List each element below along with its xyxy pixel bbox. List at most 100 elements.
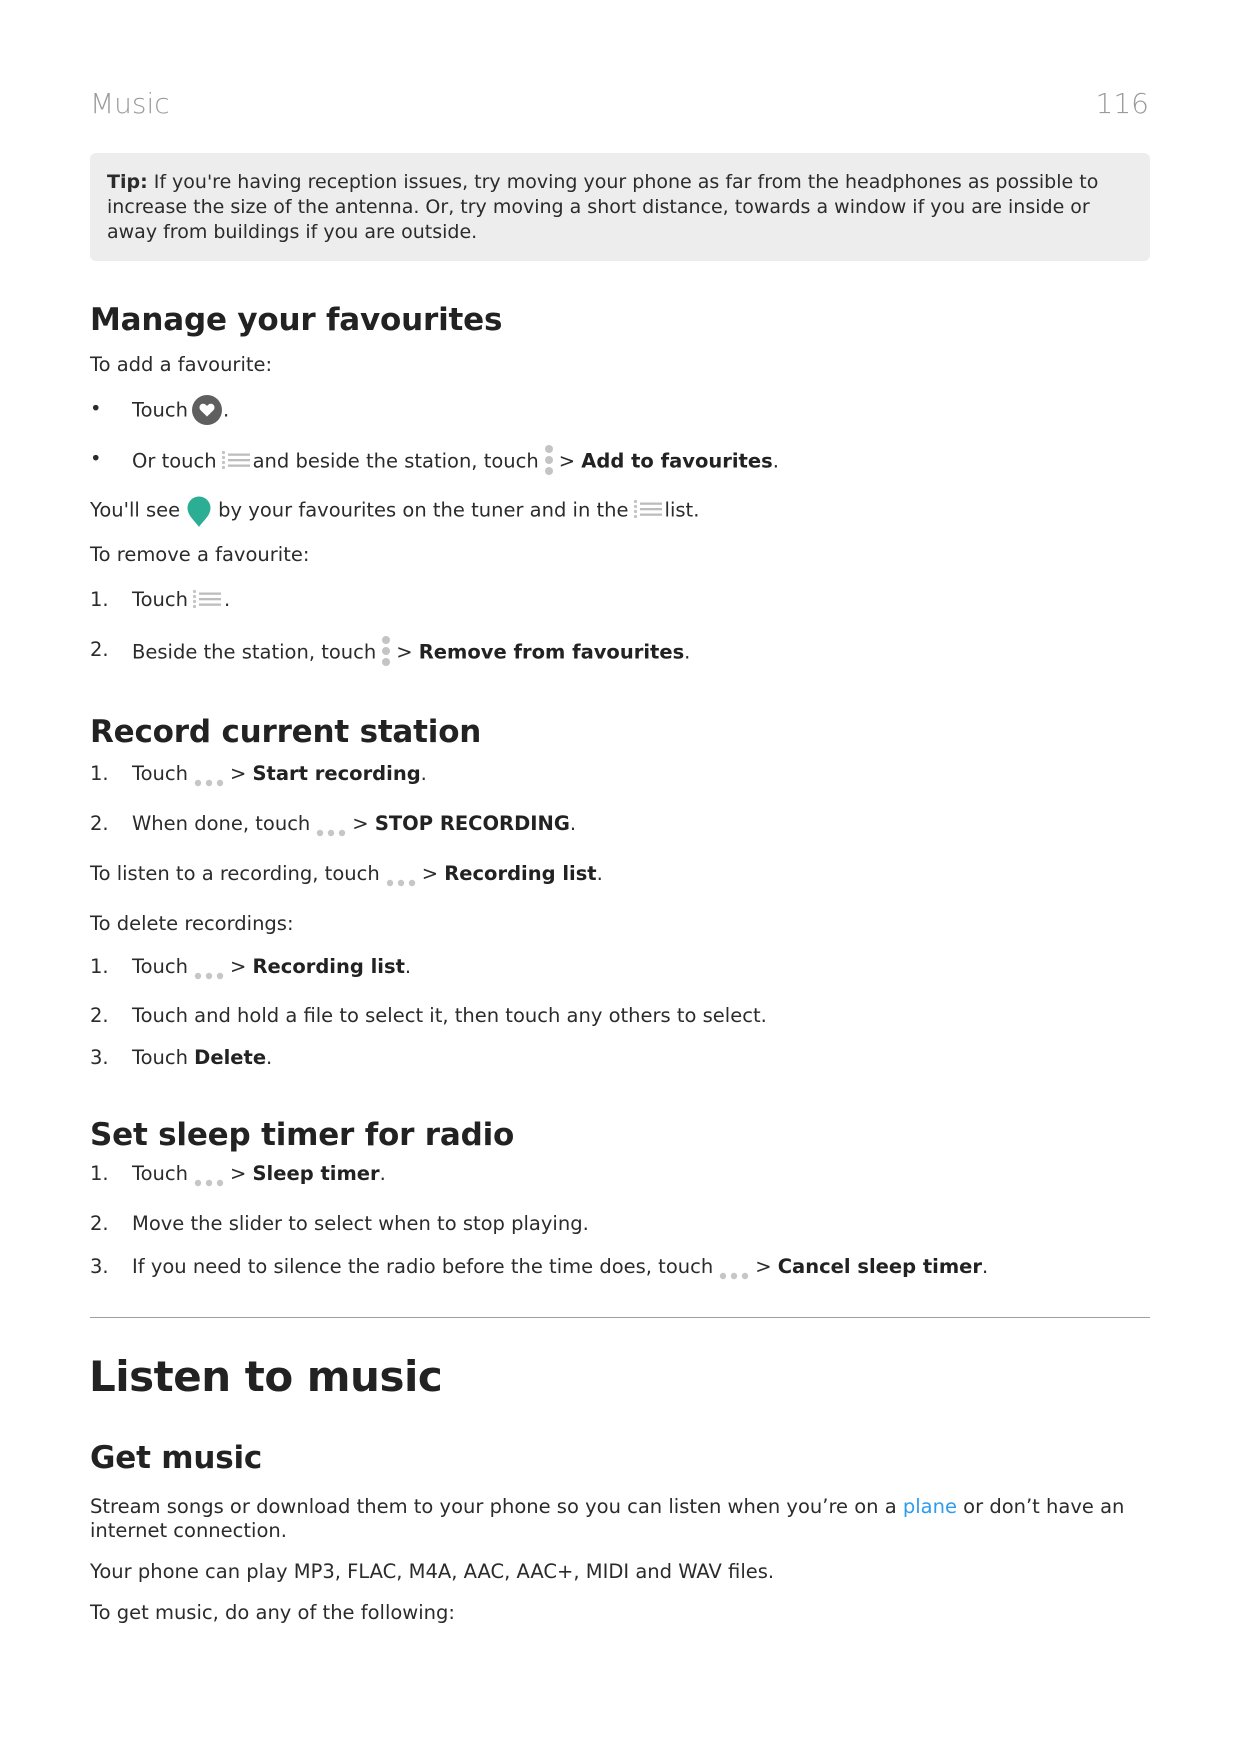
add-favourite-intro: To add a favourite: xyxy=(90,353,273,376)
step-text: . xyxy=(222,398,230,422)
step-number: 1. xyxy=(90,955,109,978)
heading-manage-favourites: Manage your favourites xyxy=(90,302,503,338)
paragraph-text: or don’t have an xyxy=(956,1495,1125,1518)
heading-get-music: Get music xyxy=(90,1440,263,1476)
step-text: When done, touch xyxy=(132,812,311,835)
menu-option-recording-list: Recording list xyxy=(444,862,597,885)
more-horizontal-icon xyxy=(314,819,350,829)
step-number: 2. xyxy=(90,1212,109,1235)
step-number: 1. xyxy=(90,588,109,611)
stream-paragraph-line1: Stream songs or download them to your ph… xyxy=(90,1494,1124,1520)
chapter-title: Listen to music xyxy=(89,1352,443,1401)
note-text: To listen to a recording, touch xyxy=(90,862,380,885)
step-text: . xyxy=(379,1162,386,1185)
menu-option-recording-list: Recording list xyxy=(252,955,405,978)
step-number: 3. xyxy=(90,1255,109,1278)
step-text: Or touch xyxy=(132,449,217,473)
button-delete: Delete xyxy=(194,1046,267,1069)
note-text: You'll see xyxy=(90,498,181,522)
more-horizontal-icon xyxy=(384,869,420,879)
list-item: Touch. xyxy=(132,395,230,426)
step-text: Touch xyxy=(132,955,188,978)
step-text: . xyxy=(223,588,231,611)
step-text: Touch xyxy=(132,1046,195,1069)
list-icon xyxy=(192,589,222,609)
favourite-marker-note: You'll see by your favourites on the tune… xyxy=(90,495,699,527)
section-title: Music xyxy=(90,87,170,120)
note-text: by your favourites on the tuner and in t… xyxy=(218,498,629,522)
separator: > xyxy=(558,449,576,473)
menu-option-add-to-favourites: Add to favourites xyxy=(581,449,773,473)
heart-circle-icon xyxy=(191,395,222,425)
step-text: . xyxy=(404,955,412,978)
step-number: 1. xyxy=(90,762,109,785)
step-text: Beside the station, touch xyxy=(132,640,377,664)
step-number: 3. xyxy=(90,1046,109,1069)
step-text: Touch xyxy=(132,398,188,422)
plane-mode-link[interactable]: plane xyxy=(903,1495,957,1518)
step-number: 1. xyxy=(90,1162,109,1185)
more-vertical-icon xyxy=(380,635,392,667)
list-icon xyxy=(633,499,663,519)
list-item: Move the slider to select when to stop p… xyxy=(132,1212,589,1235)
step-number: 2. xyxy=(90,638,109,661)
step-text: Touch xyxy=(132,588,188,611)
step-text: Touch xyxy=(132,762,188,785)
list-item: Beside the station, touch > Remove from f… xyxy=(132,637,690,669)
more-horizontal-icon xyxy=(717,1262,753,1272)
remove-favourite-intro: To remove a favourite: xyxy=(90,543,310,566)
separator: > xyxy=(352,812,369,835)
note-text: list. xyxy=(664,498,700,522)
list-icon xyxy=(221,450,251,470)
list-item: When done, touch > STOP RECORDING. xyxy=(132,811,576,837)
step-text: . xyxy=(420,762,427,785)
step-number: 2. xyxy=(90,812,109,835)
more-horizontal-icon xyxy=(192,962,228,972)
step-text: and beside the station, touch xyxy=(252,449,539,473)
more-horizontal-icon xyxy=(192,1169,228,1179)
list-item: Touch. xyxy=(132,587,230,613)
location-pin-icon xyxy=(186,496,212,528)
menu-option-sleep-timer: Sleep timer xyxy=(252,1162,380,1185)
step-text: . xyxy=(266,1046,273,1069)
separator: > xyxy=(421,862,439,885)
page-number: 116 xyxy=(1095,87,1149,120)
tip-text: Tip: If you're having reception issues, … xyxy=(107,170,1137,245)
menu-option-remove-from-favourites: Remove from favourites xyxy=(418,640,685,664)
menu-option-cancel-sleep-timer: Cancel sleep timer xyxy=(777,1255,983,1278)
list-item: Touch Delete. xyxy=(132,1045,272,1071)
bullet: • xyxy=(90,447,102,470)
more-vertical-icon xyxy=(543,444,555,476)
step-text: . xyxy=(684,640,691,664)
step-number: 2. xyxy=(90,1004,109,1027)
paragraph-text: Stream songs or download them to your ph… xyxy=(90,1495,903,1518)
separator: > xyxy=(229,1162,247,1185)
listen-recording-note: To listen to a recording, touch > Recordi… xyxy=(90,861,603,887)
step-text: If you need to silence the radio before … xyxy=(132,1255,714,1278)
heading-sleep-timer: Set sleep timer for radio xyxy=(90,1117,515,1153)
section-divider xyxy=(90,1317,1150,1318)
stream-paragraph-line2: internet connection. xyxy=(90,1519,287,1542)
separator: > xyxy=(229,955,247,978)
bullet: • xyxy=(90,397,102,420)
list-item: Touch and hold a file to select it, then… xyxy=(132,1004,767,1027)
step-text: . xyxy=(982,1255,989,1278)
note-text: . xyxy=(596,862,603,885)
more-horizontal-icon xyxy=(192,769,228,779)
separator: > xyxy=(229,762,247,785)
button-stop-recording: STOP RECORDING xyxy=(374,812,570,835)
separator: > xyxy=(396,640,413,664)
tip-label: Tip: xyxy=(107,171,148,193)
menu-option-start-recording: Start recording xyxy=(252,762,421,785)
list-item: If you need to silence the radio before … xyxy=(132,1254,988,1280)
list-item: Touch > Sleep timer. xyxy=(132,1161,386,1187)
step-text: . xyxy=(569,812,577,835)
list-item: Or touch and beside the station, touch > A… xyxy=(132,446,779,478)
list-item: Touch > Start recording. xyxy=(132,761,427,787)
heading-record-station: Record current station xyxy=(90,714,482,750)
list-item: Touch > Recording list. xyxy=(132,954,411,980)
step-text: . xyxy=(772,449,779,473)
get-music-intro: To get music, do any of the following: xyxy=(90,1601,455,1624)
separator: > xyxy=(755,1255,772,1278)
formats-paragraph: Your phone can play MP3, FLAC, M4A, AAC,… xyxy=(90,1560,775,1583)
